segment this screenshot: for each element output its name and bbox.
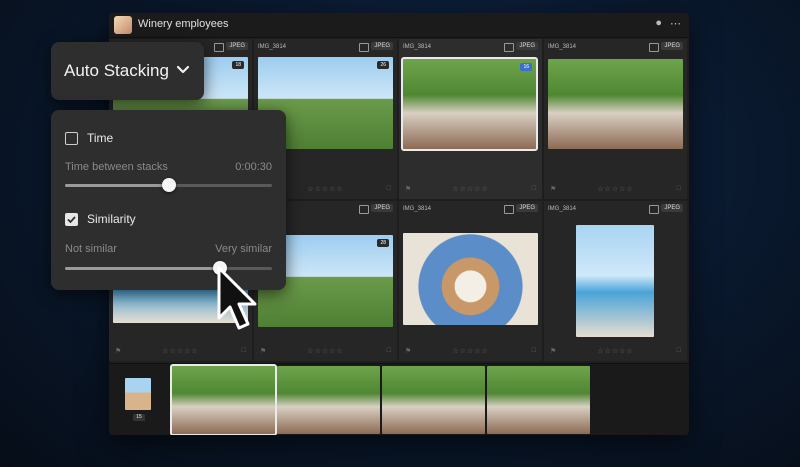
photo-thumbnail[interactable] bbox=[403, 233, 538, 325]
file-name: IMG_3814 bbox=[258, 44, 287, 50]
stack-count-badge: 28 bbox=[377, 239, 389, 247]
auto-stacking-label: Auto Stacking bbox=[64, 61, 169, 80]
file-type-badge: JPEG bbox=[661, 204, 683, 212]
album-thumbnail[interactable] bbox=[114, 16, 132, 34]
develop-icon bbox=[504, 205, 514, 214]
photo-thumbnail[interactable] bbox=[548, 59, 683, 149]
similarity-label: Similarity bbox=[87, 212, 136, 226]
file-type-badge: JPEG bbox=[371, 42, 393, 50]
file-type-badge: JPEG bbox=[371, 204, 393, 212]
auto-stacking-dropdown[interactable]: Auto Stacking bbox=[51, 42, 204, 100]
develop-icon bbox=[649, 205, 659, 214]
checkmark-icon bbox=[67, 216, 76, 224]
info-icon[interactable]: □ bbox=[677, 347, 681, 354]
stacking-settings-panel: Time Time between stacks 0:00:30 Similar… bbox=[51, 110, 286, 290]
develop-icon bbox=[504, 43, 514, 52]
rating-stars[interactable]: ☆☆☆☆☆ bbox=[260, 347, 391, 355]
chevron-down-icon bbox=[176, 65, 190, 74]
stack-thumbnail[interactable]: 15 bbox=[125, 378, 153, 421]
time-between-stacks-value: 0:00:30 bbox=[235, 161, 272, 173]
not-similar-label: Not similar bbox=[65, 243, 117, 255]
mouse-pointer-icon bbox=[217, 266, 257, 330]
similarity-slider-fill bbox=[65, 267, 221, 270]
stack-count-badge: 15 bbox=[133, 414, 145, 421]
filmstrip-photo[interactable] bbox=[277, 366, 380, 434]
rating-stars[interactable]: ☆☆☆☆☆ bbox=[115, 347, 246, 355]
photo-thumbnail[interactable] bbox=[576, 225, 654, 337]
info-icon[interactable]: □ bbox=[387, 347, 391, 354]
file-name: IMG_3814 bbox=[403, 206, 432, 212]
info-icon[interactable]: □ bbox=[677, 185, 681, 192]
grid-cell[interactable]: IMG_3814 JPEG ⚑ ☆☆☆☆☆ □ bbox=[399, 201, 542, 361]
info-icon[interactable]: □ bbox=[532, 185, 536, 192]
filmstrip-photo[interactable] bbox=[382, 366, 485, 434]
stack-count-badge: 18 bbox=[232, 61, 244, 69]
develop-icon bbox=[214, 43, 224, 52]
file-name: IMG_3814 bbox=[403, 44, 432, 50]
people-icon[interactable]: ● bbox=[655, 17, 662, 30]
grid-cell[interactable]: IMG_3814 JPEG ⚑ ☆☆☆☆☆ □ bbox=[544, 39, 687, 199]
time-label: Time bbox=[87, 131, 114, 145]
time-slider-fill bbox=[65, 184, 169, 187]
info-icon[interactable]: □ bbox=[532, 347, 536, 354]
filmstrip-photo[interactable] bbox=[487, 366, 590, 434]
file-type-badge: JPEG bbox=[516, 204, 538, 212]
time-between-stacks-label: Time between stacks bbox=[65, 161, 168, 173]
stack-count-badge: 26 bbox=[377, 61, 389, 69]
time-slider-thumb[interactable] bbox=[161, 178, 176, 192]
very-similar-label: Very similar bbox=[215, 243, 272, 255]
info-icon[interactable]: □ bbox=[387, 185, 391, 192]
develop-icon bbox=[649, 43, 659, 52]
rating-stars[interactable]: ☆☆☆☆☆ bbox=[550, 185, 681, 193]
info-icon[interactable]: □ bbox=[242, 347, 246, 354]
file-type-badge: JPEG bbox=[516, 42, 538, 50]
stack-count-badge: 16 bbox=[520, 63, 532, 71]
rating-stars[interactable]: ☆☆☆☆☆ bbox=[550, 347, 681, 355]
rating-stars[interactable]: ☆☆☆☆☆ bbox=[405, 347, 536, 355]
photo-thumbnail[interactable]: 16 bbox=[401, 57, 538, 151]
top-bar: Winery employees ● ⋯ bbox=[109, 13, 689, 38]
develop-icon bbox=[359, 43, 369, 52]
more-icon[interactable]: ⋯ bbox=[670, 17, 681, 30]
file-type-badge: JPEG bbox=[661, 42, 683, 50]
file-type-badge: JPEG bbox=[226, 42, 248, 50]
filmstrip-photo[interactable] bbox=[170, 364, 277, 435]
rating-stars[interactable]: ☆☆☆☆☆ bbox=[405, 185, 536, 193]
similarity-checkbox[interactable] bbox=[65, 213, 78, 226]
time-checkbox[interactable] bbox=[65, 132, 78, 145]
grid-cell[interactable]: IMG_3814 JPEG ⚑ ☆☆☆☆☆ □ bbox=[544, 201, 687, 361]
grid-cell[interactable]: IMG_3814 JPEG 16 ⚑ ☆☆☆☆☆ □ bbox=[399, 39, 542, 199]
develop-icon bbox=[359, 205, 369, 214]
file-name: IMG_3814 bbox=[548, 44, 577, 50]
album-title: Winery employees bbox=[138, 18, 229, 30]
file-name: IMG_3814 bbox=[548, 206, 577, 212]
filmstrip: 15 bbox=[109, 363, 689, 435]
